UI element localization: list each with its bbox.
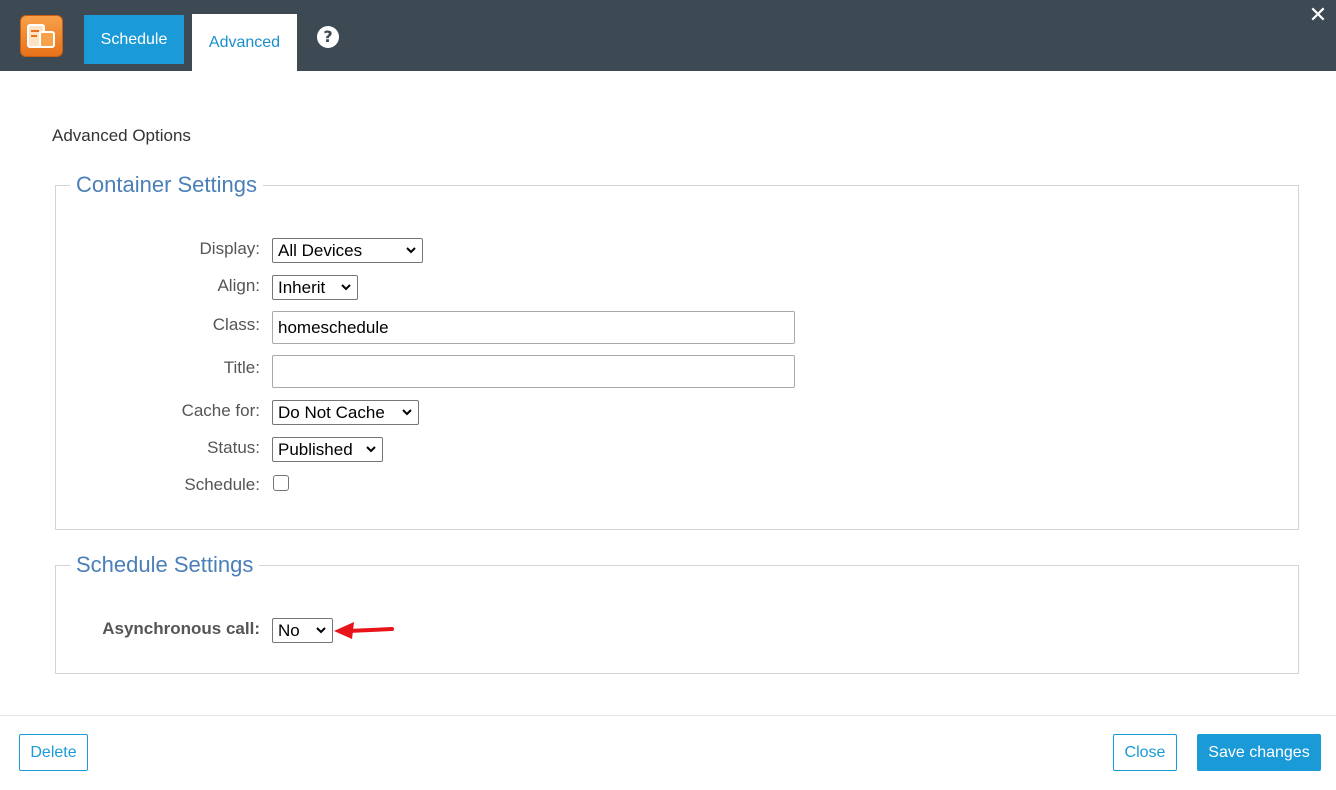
tab-advanced[interactable]: Advanced xyxy=(192,14,297,71)
chevron-down-icon xyxy=(401,402,413,430)
schedule-settings-legend: Schedule Settings xyxy=(76,552,254,577)
chevron-down-icon xyxy=(405,240,417,268)
align-value: Inherit xyxy=(278,278,326,297)
display-value: All Devices xyxy=(278,241,363,260)
class-row: Class: homeschedule xyxy=(0,311,800,345)
status-label: Status: xyxy=(207,438,260,457)
status-row: Status: Published xyxy=(0,437,800,467)
async-value: No xyxy=(278,621,300,640)
async-label: Asynchronous call: xyxy=(102,619,260,638)
class-input[interactable]: homeschedule xyxy=(272,311,795,344)
title-row: Title: xyxy=(0,355,800,389)
close-button[interactable]: Close xyxy=(1113,734,1177,771)
display-row: Display: All Devices xyxy=(0,238,800,268)
async-row: Asynchronous call: No xyxy=(0,617,800,647)
save-changes-button[interactable]: Save changes xyxy=(1197,734,1321,771)
align-select[interactable]: Inherit xyxy=(272,275,358,300)
cache-row: Cache for: Do Not Cache xyxy=(0,400,800,430)
title-input[interactable] xyxy=(272,355,795,388)
align-label: Align: xyxy=(217,276,260,295)
chevron-down-icon xyxy=(365,439,377,467)
align-row: Align: Inherit xyxy=(0,275,800,305)
status-value: Published xyxy=(278,440,353,459)
close-icon[interactable]: ✕ xyxy=(1306,4,1330,28)
chevron-down-icon xyxy=(315,620,327,648)
tab-schedule[interactable]: Schedule xyxy=(84,15,184,64)
cache-value: Do Not Cache xyxy=(278,403,385,422)
cache-label: Cache for: xyxy=(181,401,260,420)
module-logo-icon xyxy=(20,15,63,57)
container-settings-legend: Container Settings xyxy=(76,172,257,197)
schedule-settings-panel: Schedule Settings xyxy=(55,552,1299,674)
chevron-down-icon xyxy=(340,277,352,305)
question-circle-icon[interactable]: ? xyxy=(317,26,339,48)
class-label: Class: xyxy=(212,315,260,334)
display-label: Display: xyxy=(199,239,260,258)
footer-divider xyxy=(0,715,1336,716)
schedule-checkbox[interactable] xyxy=(273,475,289,491)
status-select[interactable]: Published xyxy=(272,437,383,462)
display-select[interactable]: All Devices xyxy=(272,238,423,263)
cache-select[interactable]: Do Not Cache xyxy=(272,400,419,425)
async-select[interactable]: No xyxy=(272,618,333,643)
page-title: Advanced Options xyxy=(52,126,191,145)
title-label: Title: xyxy=(223,358,260,377)
schedule-row: Schedule: xyxy=(0,474,800,504)
modal-header: Schedule Advanced ? ✕ xyxy=(0,0,1336,71)
delete-button[interactable]: Delete xyxy=(19,734,88,771)
schedule-label: Schedule: xyxy=(184,475,260,494)
red-arrow-icon xyxy=(334,622,394,639)
